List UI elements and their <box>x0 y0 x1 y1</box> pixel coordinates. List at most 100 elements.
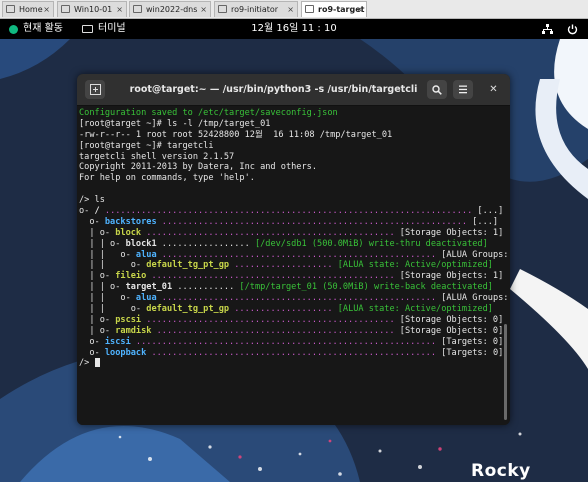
terminal-text-segment: [Storage Objects: 0] <box>399 325 504 336</box>
terminal-text-segment: [Storage Objects: 0] <box>399 314 504 325</box>
terminal-text-segment: ........................................… <box>130 336 442 347</box>
terminal-text-segment: ........................................… <box>146 271 400 282</box>
search-icon <box>432 84 442 95</box>
terminal-line: Configuration saved to /etc/target/savec… <box>79 108 510 119</box>
terminal-text-segment: default_tg_pt_gp <box>146 260 230 271</box>
browser-tab[interactable]: Win10-01 × <box>57 1 127 17</box>
terminal-text-segment: ........................................… <box>146 347 442 358</box>
clock[interactable]: 12월 16일 11 : 10 <box>0 22 588 36</box>
close-icon: ✕ <box>489 84 498 95</box>
terminal-line: o- loopback ............................… <box>79 348 510 359</box>
terminal-text-segment: | | o- <box>79 238 126 249</box>
terminal-text-segment: /> ls <box>79 195 105 206</box>
browser-tab-label: win2022-dns <box>146 5 198 14</box>
terminal-text-segment: | | o- <box>79 304 147 315</box>
terminal-lines: Configuration saved to /etc/target/savec… <box>79 108 510 369</box>
terminal-text-segment: ........................................… <box>141 227 400 238</box>
terminal-window[interactable]: root@target:~ — /usr/bin/python3 -s /usr… <box>77 74 510 425</box>
terminal-text-segment: targetcli shell version 2.1.57 <box>79 151 235 162</box>
new-tab-button[interactable] <box>85 80 105 99</box>
terminal-text-segment: target_01 <box>125 282 173 293</box>
browser-tab[interactable]: ro9-initiator × <box>214 1 298 17</box>
terminal-text-segment: [Targets: 0] <box>441 347 504 358</box>
terminal-text-segment: /> <box>79 358 95 369</box>
terminal-text-segment: o- <box>79 206 95 217</box>
close-button[interactable]: ✕ <box>486 82 501 97</box>
terminal-text-segment: | o- <box>79 325 116 336</box>
terminal-output[interactable]: Configuration saved to /etc/target/savec… <box>77 106 510 425</box>
browser-tab[interactable]: Home × <box>2 1 54 17</box>
browser-tab-bar: Home × Win10-01 × win2022-dns × ro9-initiator ×… <box>0 0 588 19</box>
terminal-text-segment: [root@target ~]# targetcli <box>79 140 214 151</box>
terminal-line: | | o- block1 ................. [/dev/sd… <box>79 239 510 250</box>
terminal-text-segment: o- <box>79 347 105 358</box>
search-button[interactable] <box>427 80 447 99</box>
tab-close-icon[interactable]: × <box>43 2 50 17</box>
terminal-text-segment: block <box>115 227 142 238</box>
terminal-text-segment: ................... <box>229 260 338 271</box>
terminal-text-segment: [Storage Objects: 1] <box>399 271 504 282</box>
terminal-text-segment: ........................................… <box>99 206 478 217</box>
terminal-text-segment: fileio <box>115 271 147 282</box>
terminal-line: /> <box>79 358 510 369</box>
terminal-text-segment: | o- <box>79 227 116 238</box>
terminal-line: | | o- alua ............................… <box>79 250 510 261</box>
terminal-text-segment: Configuration saved to /etc/target/savec… <box>79 108 338 118</box>
terminal-text-segment: ........... <box>172 282 240 293</box>
terminal-text-segment: o- <box>79 336 105 347</box>
terminal-text-segment: | | o- <box>79 249 136 260</box>
scrollbar[interactable] <box>504 324 507 420</box>
terminal-line: | | o- default_tg_pt_gp ................… <box>79 304 510 315</box>
terminal-line: | | o- target_01 ........... [/tmp/targe… <box>79 282 510 293</box>
terminal-text-segment: ................. <box>156 238 255 249</box>
vm-tab-icon <box>218 5 227 13</box>
terminal-text-segment: [ALUA Groups: 1] <box>441 293 509 304</box>
terminal-text-segment: [Storage Objects: 1] <box>399 227 504 238</box>
terminal-line: | o- block .............................… <box>79 228 510 239</box>
browser-tab[interactable]: win2022-dns × <box>129 1 211 17</box>
vm-tab-icon <box>6 5 15 13</box>
terminal-line: | o- pscsi .............................… <box>79 315 510 326</box>
browser-tab[interactable]: ro9-target × <box>301 1 367 17</box>
vm-tab-icon <box>61 5 70 13</box>
window-headerbar: root@target:~ — /usr/bin/python3 -s /usr… <box>77 74 510 106</box>
terminal-text-segment: alua <box>135 249 157 260</box>
terminal-line: | o- ramdisk ...........................… <box>79 326 510 337</box>
terminal-text-segment: ........................................… <box>156 216 473 227</box>
terminal-text-segment: o- <box>79 216 105 227</box>
terminal-text-segment: [ALUA state: Active/optimized] <box>337 260 493 271</box>
tab-close-icon[interactable]: × <box>287 2 294 17</box>
terminal-text-segment: ................... <box>229 304 338 315</box>
hamburger-menu-icon <box>459 85 467 94</box>
terminal-cursor <box>94 358 100 368</box>
browser-tab-label: ro9-initiator <box>231 5 279 14</box>
menu-button[interactable] <box>453 80 473 99</box>
terminal-text-segment: alua <box>135 293 157 304</box>
terminal-line: o- / ...................................… <box>79 206 510 217</box>
terminal-text-segment: default_tg_pt_gp <box>146 304 230 315</box>
terminal-text-segment: [...] <box>472 216 499 227</box>
terminal-text-segment: Copyright 2011-2013 by Datera, Inc and o… <box>79 162 317 173</box>
terminal-text-segment: ........................................… <box>141 314 400 325</box>
terminal-text-segment: iscsi <box>104 336 131 347</box>
tab-close-icon[interactable]: × <box>200 2 207 17</box>
terminal-text-segment: | | o- <box>79 260 147 271</box>
terminal-text-segment: ramdisk <box>115 325 152 336</box>
terminal-text-segment: backstores <box>104 216 157 227</box>
terminal-text-segment: ........................................… <box>156 249 442 260</box>
terminal-line: /> ls <box>79 195 510 206</box>
terminal-line: [root@target ~]# ls -l /tmp/target_01 <box>79 119 510 130</box>
terminal-text-segment: pscsi <box>115 314 142 325</box>
terminal-text-segment: loopback <box>104 347 147 358</box>
tab-close-icon[interactable]: × <box>356 2 363 17</box>
terminal-text-segment: [...] <box>477 206 504 217</box>
terminal-text-segment: | o- <box>79 314 116 325</box>
terminal-text-segment: block1 <box>125 238 157 249</box>
terminal-line: Copyright 2011-2013 by Datera, Inc and o… <box>79 162 510 173</box>
terminal-line: [root@target ~]# targetcli <box>79 141 510 152</box>
rocky-wallpaper-logo: Rocky <box>471 461 531 481</box>
system-tray[interactable] <box>542 23 578 35</box>
terminal-line: -rw-r--r-- 1 root root 52428800 12월 16 1… <box>79 130 510 141</box>
tab-close-icon[interactable]: × <box>116 2 123 17</box>
gnome-top-bar: 현재 활동 터미널 12월 16일 11 : 10 <box>0 19 588 39</box>
